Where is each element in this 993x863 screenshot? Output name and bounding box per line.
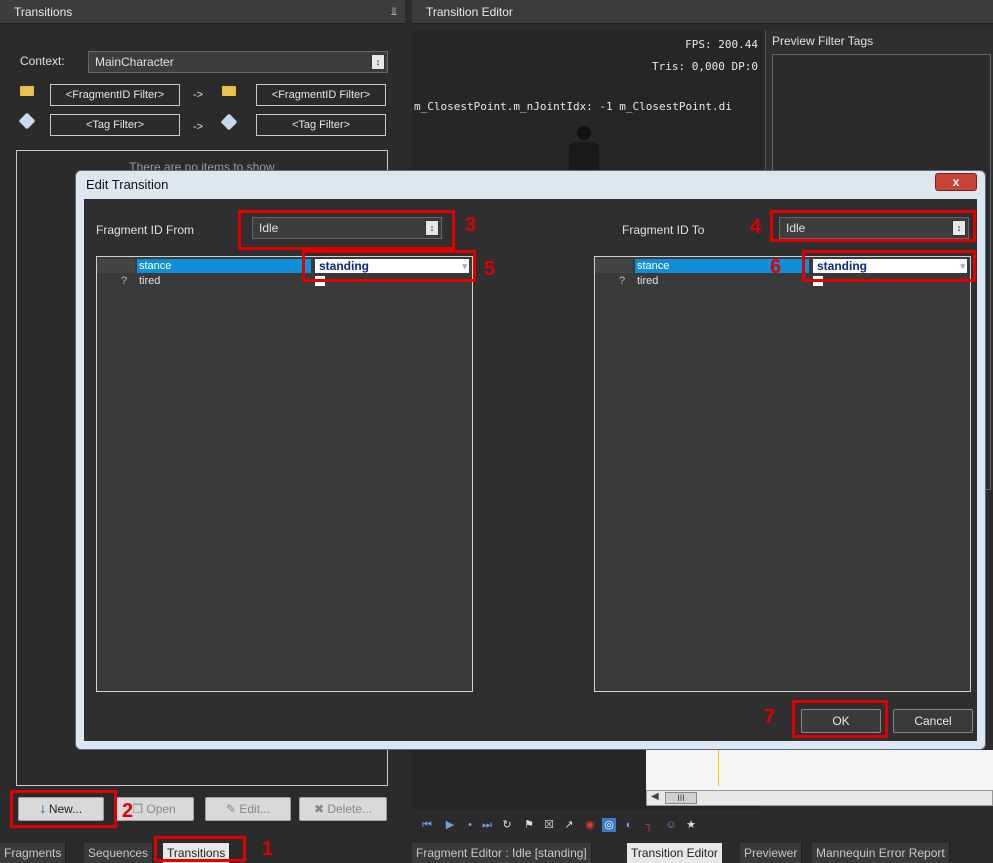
cancel-button[interactable]: Cancel (893, 709, 973, 733)
tag-icon (220, 113, 238, 131)
tab-previewer[interactable]: Previewer (740, 843, 803, 863)
tab-mannequin-error-report[interactable]: Mannequin Error Report (812, 843, 950, 863)
panel-title: Transition Editor (426, 5, 513, 19)
annotation-number: 6 (770, 256, 782, 278)
highlight-box-tab (154, 836, 246, 862)
fps-readout: FPS: 200.44 (685, 38, 758, 51)
annotation-number: 4 (750, 216, 762, 238)
highlight-box-from (238, 210, 455, 250)
edit-icon: ✎ (225, 802, 240, 816)
row-marker: ? (619, 275, 626, 287)
scroll-thumb[interactable]: III (665, 792, 697, 804)
character-preview-icon (564, 126, 604, 176)
to-tag-filter[interactable]: <Tag Filter> (256, 114, 386, 136)
from-tag-filter[interactable]: <Tag Filter> (50, 114, 180, 136)
from-label: Fragment ID From (96, 223, 195, 237)
to-label: Fragment ID To (622, 223, 705, 237)
tab-sequences[interactable]: Sequences (84, 843, 154, 863)
dialog-title: Edit Transition (86, 177, 169, 192)
row-name: tired (139, 275, 161, 287)
preview-filter-tags-title: Preview Filter Tags (772, 34, 874, 48)
edit-button[interactable]: ✎ Edit... (205, 797, 291, 821)
axis-icon[interactable]: ┐ (642, 818, 656, 832)
annotation-number: 1 (262, 838, 274, 860)
to-fragment-filter[interactable]: <FragmentID Filter> (256, 84, 386, 106)
context-value: MainCharacter (95, 55, 174, 69)
pin-icon[interactable]: ⫫ (391, 0, 397, 24)
arrow-text: -> (193, 89, 204, 101)
transitions-panel-header: Transitions ⫫ (0, 0, 405, 24)
context-label: Context: (20, 54, 65, 68)
tab-fragments[interactable]: Fragments (0, 843, 67, 863)
timeline-area[interactable] (646, 750, 993, 790)
loop-icon[interactable]: ↻ (500, 818, 514, 832)
checkbox-icon[interactable]: ☒ (542, 818, 556, 832)
chart-icon[interactable]: ↗ (562, 818, 576, 832)
folder-icon (222, 86, 236, 96)
close-icon[interactable]: x (935, 173, 977, 191)
from-tag-grid[interactable]: stance standing ▾ ? tired (96, 256, 473, 692)
context-dropdown[interactable]: MainCharacter ↕ (88, 51, 388, 73)
delete-icon: ✖ (313, 802, 328, 816)
row-name: stance (635, 259, 809, 273)
skeleton-icon[interactable]: ★ (684, 818, 698, 832)
annotation-number: 5 (484, 258, 496, 280)
tab-fragment-editor[interactable]: Fragment Editor : Idle [standing] (412, 843, 592, 863)
transition-editor-header: Transition Editor (412, 0, 993, 24)
open-icon: ❐ (132, 802, 147, 816)
timeline-scrollbar[interactable]: ◀ III (646, 790, 993, 806)
tag-icon (18, 112, 36, 130)
folder-icon (20, 86, 34, 96)
tab-transition-editor[interactable]: Transition Editor (627, 843, 723, 863)
row-name: stance (137, 259, 311, 273)
annotation-number: 3 (465, 214, 477, 236)
skip-end-icon[interactable]: ⏭ (480, 818, 494, 832)
arrow-text: -> (193, 121, 204, 133)
highlight-box-new (10, 790, 117, 828)
dropdown-arrow-icon: ↕ (371, 54, 385, 70)
highlight-box-ok (792, 700, 888, 738)
camera-icon[interactable]: ◎ (602, 818, 616, 832)
highlight-box-from-stance (302, 250, 476, 282)
highlight-box-to-stance (802, 250, 976, 282)
speed-icon[interactable]: ◐ (622, 818, 636, 832)
play-icon[interactable]: ▶ (443, 818, 457, 832)
from-fragment-filter[interactable]: <FragmentID Filter> (50, 84, 180, 106)
annotation-number: 7 (764, 706, 776, 728)
skip-start-icon[interactable]: ⏮ (420, 818, 434, 832)
step-icon[interactable]: • (463, 818, 477, 832)
scroll-left-icon[interactable]: ◀ (651, 791, 659, 802)
panel-title: Transitions (14, 5, 73, 19)
character-icon[interactable]: ☺ (664, 818, 678, 832)
tris-readout: Tris: 0,000 DP:0 (652, 60, 758, 73)
row-marker: ? (121, 275, 128, 287)
debug-readout: m_ClosestPoint.m_nJointIdx: -1 m_Closest… (414, 100, 732, 113)
record-icon[interactable]: ◉ (583, 818, 597, 832)
to-tag-grid[interactable]: stance standing ▾ ? tired (594, 256, 971, 692)
first-person-icon[interactable]: ⚑ (522, 818, 536, 832)
delete-button[interactable]: ✖ Delete... (299, 797, 387, 821)
row-name: tired (637, 275, 659, 287)
highlight-box-to (770, 210, 976, 242)
annotation-number: 2 (122, 800, 134, 822)
